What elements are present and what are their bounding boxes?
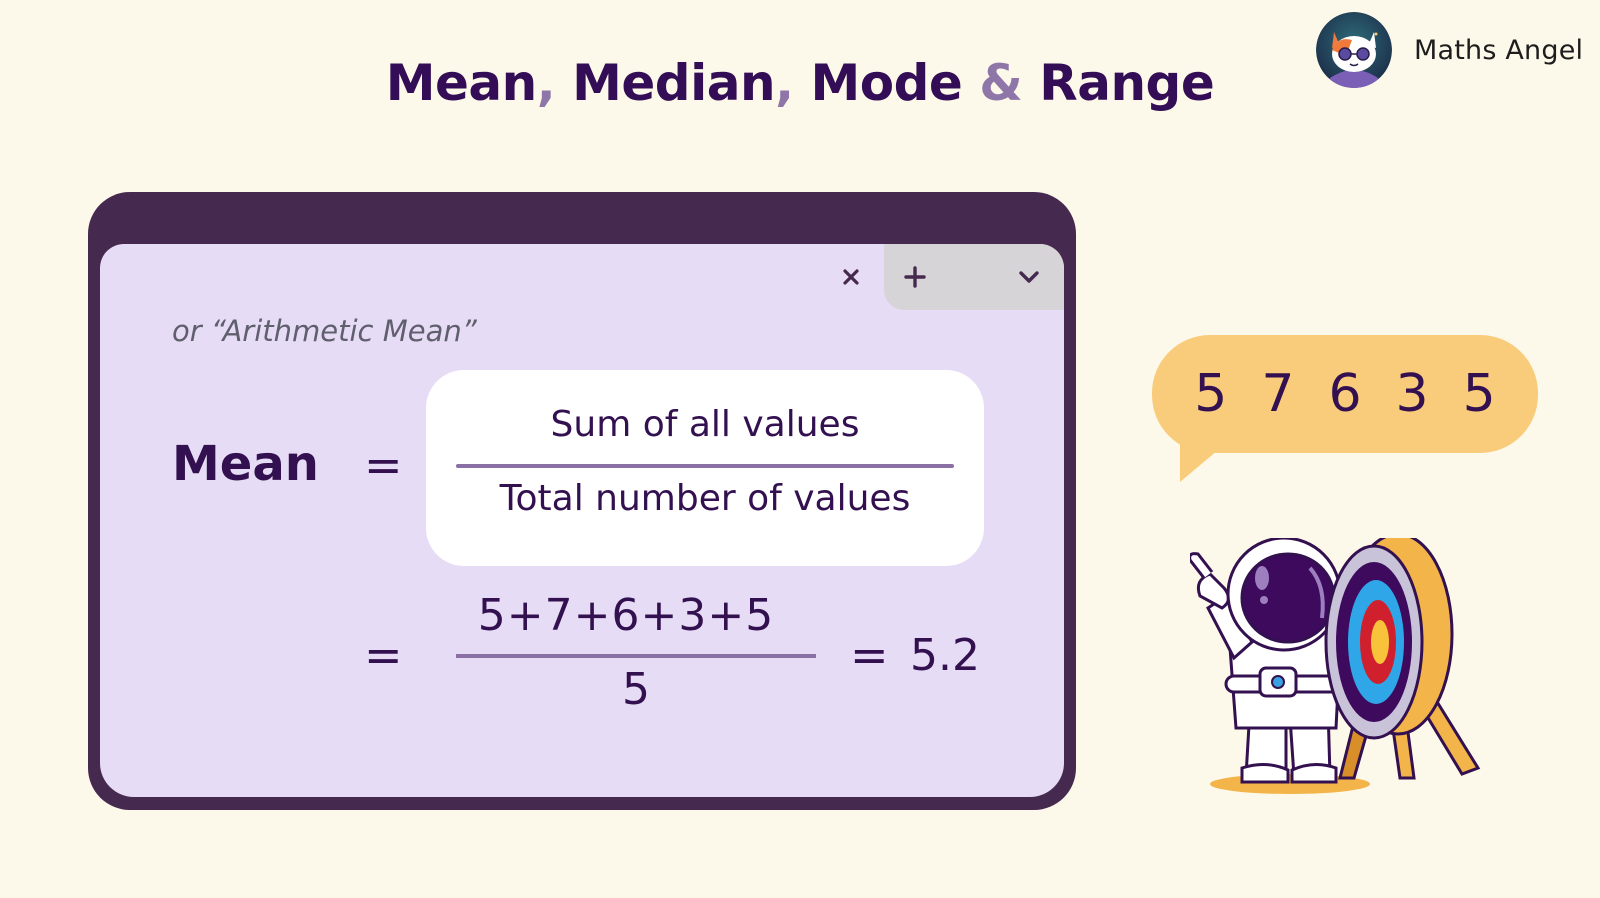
mean-label: Mean — [172, 436, 319, 492]
brand-name: Maths Angel — [1414, 34, 1584, 66]
data-value: 5 — [1194, 364, 1228, 424]
subtitle-arithmetic-mean: or “Arithmetic Mean” — [172, 314, 477, 348]
data-value: 6 — [1328, 364, 1362, 424]
title-ampersand: & — [962, 54, 1040, 112]
title-comma: , — [536, 54, 556, 112]
tab-menu-button[interactable] — [1014, 262, 1044, 292]
speech-bubble: 5 7 6 3 5 — [1152, 335, 1538, 453]
plus-icon — [904, 266, 926, 288]
archery-target-icon — [1324, 538, 1481, 780]
title-mode: Mode — [793, 54, 963, 112]
title-mean: Mean — [385, 54, 538, 112]
data-value: 7 — [1261, 364, 1295, 424]
close-tab-button[interactable] — [836, 262, 866, 292]
calculation-result: 5.2 — [910, 630, 980, 681]
title-median: Median — [555, 54, 776, 112]
data-value: 3 — [1395, 364, 1429, 424]
title-comma: , — [775, 54, 794, 112]
formula-denominator: Total number of values — [499, 478, 911, 519]
fraction-line — [456, 464, 954, 468]
astronaut-target-illustration — [1190, 538, 1481, 794]
calculation-numerator: 5+7+6+3+5 — [477, 590, 775, 641]
close-icon — [843, 269, 859, 285]
data-values: 5 7 6 3 5 — [1152, 335, 1538, 453]
chevron-down-icon — [1019, 271, 1039, 283]
title-range: Range — [1039, 54, 1215, 112]
cat-avatar-icon — [1316, 12, 1392, 88]
window-body: or “Arithmetic Mean” Mean = Sum of all v… — [100, 244, 1064, 797]
equals-sign: = — [364, 438, 403, 492]
data-value: 5 — [1462, 364, 1496, 424]
formula-box: Sum of all values Total number of values — [426, 370, 984, 566]
brand: Maths Angel — [1316, 12, 1583, 88]
equals-sign: = — [850, 628, 889, 682]
calculation-denominator: 5 — [622, 664, 650, 715]
new-tab-button[interactable] — [900, 262, 930, 292]
fraction-line — [456, 654, 816, 658]
formula-numerator: Sum of all values — [550, 404, 860, 445]
formula-window: or “Arithmetic Mean” Mean = Sum of all v… — [88, 192, 1076, 810]
equals-sign: = — [364, 628, 403, 682]
